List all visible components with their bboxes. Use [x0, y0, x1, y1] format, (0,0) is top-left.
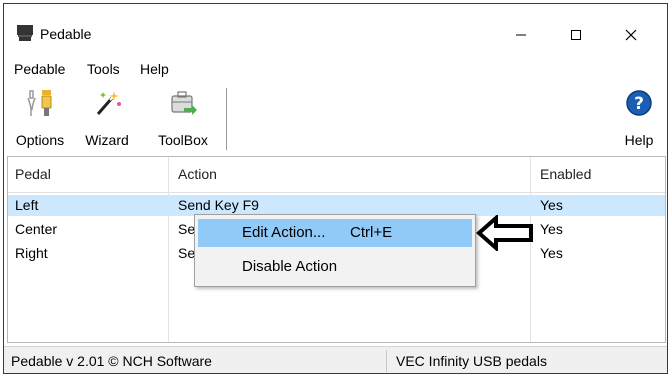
- minimize-icon: [516, 34, 526, 36]
- status-bar: Pedable v 2.01 © NCH Software VEC Infini…: [4, 346, 667, 373]
- status-divider: [386, 350, 387, 372]
- app-window: Pedable Pedable Tools Help Options Wizar…: [3, 3, 668, 374]
- maximize-button[interactable]: [553, 16, 599, 54]
- column-header-action[interactable]: Action: [178, 166, 217, 182]
- context-menu: Edit Action... Ctrl+E Disable Action: [194, 214, 476, 287]
- menu-tools[interactable]: Tools: [87, 61, 120, 77]
- close-icon: [625, 29, 637, 41]
- enabled-cell: Yes: [540, 221, 563, 237]
- toolbox-button[interactable]: ToolBox: [146, 84, 220, 154]
- wizard-icon: [96, 91, 121, 115]
- menu-help[interactable]: Help: [140, 61, 169, 77]
- help-button[interactable]: ? Help: [614, 84, 664, 154]
- column-header-enabled[interactable]: Enabled: [540, 166, 591, 182]
- help-icon: ?: [626, 90, 652, 116]
- status-version: Pedable v 2.01 © NCH Software: [11, 353, 212, 369]
- left-arrow-icon: [476, 215, 533, 251]
- window-title: Pedable: [40, 26, 92, 42]
- column-header-pedal[interactable]: Pedal: [15, 166, 51, 182]
- menu-item-shortcut: Ctrl+E: [350, 224, 393, 241]
- action-cell: Se: [178, 245, 196, 261]
- table-row[interactable]: Left Send Key F9 Yes: [8, 195, 665, 216]
- enabled-cell: Yes: [540, 245, 563, 261]
- minimize-button[interactable]: [498, 16, 544, 54]
- maximize-icon: [571, 30, 581, 40]
- menu-bar: Pedable Tools Help: [4, 58, 667, 82]
- options-icon: [27, 90, 52, 116]
- toolbox-label: ToolBox: [158, 132, 208, 148]
- action-cell: Send Key F9: [178, 197, 259, 213]
- help-label: Help: [624, 132, 654, 148]
- svg-text:?: ?: [634, 94, 644, 114]
- enabled-cell: Yes: [540, 197, 563, 213]
- menu-item-edit-action[interactable]: Edit Action... Ctrl+E: [198, 219, 472, 247]
- menu-item-label: Disable Action: [242, 258, 338, 275]
- pedal-cell: Left: [15, 197, 39, 213]
- wizard-button[interactable]: Wizard: [74, 84, 140, 154]
- wizard-label: Wizard: [85, 132, 129, 148]
- options-button[interactable]: Options: [8, 84, 72, 154]
- status-device: VEC Infinity USB pedals: [396, 353, 547, 369]
- list-header: Pedal Action Enabled: [8, 157, 665, 193]
- pedal-cell: Center: [15, 221, 58, 237]
- options-label: Options: [15, 132, 65, 148]
- toolbar-separator: [226, 88, 227, 150]
- podium-icon: [17, 25, 33, 41]
- menu-pedable[interactable]: Pedable: [14, 61, 65, 77]
- toolbar: Options Wizard ToolBox ? Help: [4, 84, 667, 156]
- menu-item-label: Edit Action...: [242, 224, 326, 241]
- title-bar: Pedable: [4, 4, 667, 58]
- menu-item-disable-action[interactable]: Disable Action: [198, 253, 472, 281]
- close-button[interactable]: [608, 16, 654, 54]
- pedal-cell: Right: [15, 245, 48, 261]
- action-cell: Se: [178, 221, 196, 237]
- toolbox-icon: [171, 91, 197, 115]
